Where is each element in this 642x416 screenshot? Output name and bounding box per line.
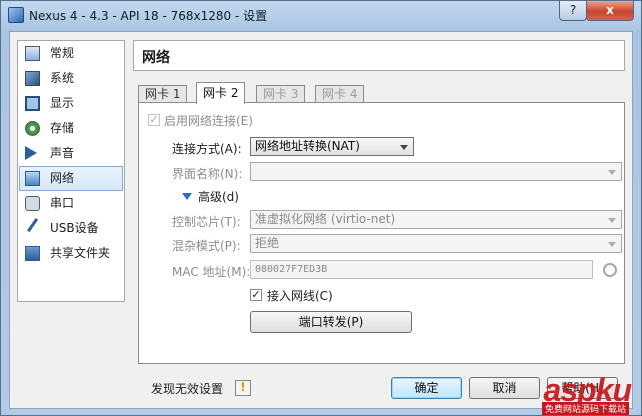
adapter-type-value: 准虚拟化网络 (virtio-net) [255, 212, 396, 226]
sidebar-item-serial-ports[interactable]: 串口 [18, 191, 124, 216]
settings-sidebar: 常规 系统 显示 存储 声音 网络 串口 USB设备 共享文件夹 [17, 40, 125, 302]
cable-connected-checkbox[interactable]: ✓ [250, 289, 262, 301]
sidebar-item-label: 网络 [50, 171, 75, 185]
sidebar-item-system[interactable]: 系统 [18, 66, 124, 91]
sidebar-item-label: 存储 [50, 121, 75, 135]
audio-icon [25, 146, 37, 160]
shared-folder-icon [25, 246, 40, 261]
storage-icon [25, 121, 40, 136]
expand-arrow-icon[interactable] [182, 193, 192, 200]
network-icon [25, 171, 40, 186]
promiscuous-mode-label: 混杂模式(P): [172, 239, 241, 253]
mac-address-label: MAC 地址(M): [172, 265, 251, 279]
chevron-down-icon [608, 218, 616, 223]
window-title: Nexus 4 - 4.3 - API 18 - 768x1280 - 设置 [29, 9, 268, 23]
sidebar-item-audio[interactable]: 声音 [18, 141, 124, 166]
attached-to-value: 网络地址转换(NAT) [255, 139, 360, 153]
cable-connected-label: 接入网线(C) [267, 289, 333, 303]
refresh-icon [603, 263, 617, 277]
tab-adapter-4: 网卡 4 [315, 85, 365, 103]
general-icon [25, 46, 40, 61]
virtualbox-app-icon [8, 7, 24, 23]
enable-adapter-label: 启用网络连接(E) [164, 114, 253, 128]
sidebar-item-general[interactable]: 常规 [18, 41, 124, 66]
chevron-down-icon [608, 242, 616, 247]
promiscuous-mode-select: 拒绝 [250, 234, 622, 253]
ok-button[interactable]: 确定 [391, 377, 462, 399]
sidebar-item-label: 常规 [50, 46, 75, 60]
usb-icon [27, 218, 48, 239]
title-help-button[interactable]: ? [559, 1, 587, 21]
sidebar-item-shared-folders[interactable]: 共享文件夹 [18, 241, 124, 266]
attached-to-label: 连接方式(A): [172, 142, 242, 156]
display-icon [25, 96, 40, 111]
serial-port-icon [25, 196, 40, 211]
sidebar-item-label: 串口 [50, 196, 75, 210]
warning-icon[interactable]: ! [235, 380, 251, 396]
sidebar-item-label: 显示 [50, 96, 75, 110]
sidebar-item-label: USB设备 [50, 221, 99, 235]
system-icon [25, 71, 40, 86]
sidebar-item-usb[interactable]: USB设备 [18, 216, 124, 241]
title-bar: Nexus 4 - 4.3 - API 18 - 768x1280 - 设置 ?… [1, 1, 641, 29]
sidebar-item-storage[interactable]: 存储 [18, 116, 124, 141]
enable-adapter-checkbox: ✓ [148, 113, 160, 126]
cancel-button[interactable]: 取消 [469, 377, 540, 399]
adapter-panel: ✓ 启用网络连接(E) 连接方式(A): 网络地址转换(NAT) 界面名称(N)… [138, 102, 625, 364]
sidebar-item-network[interactable]: 网络 [19, 166, 123, 191]
invalid-settings-label: 发现无效设置 [151, 382, 224, 396]
chevron-down-icon [400, 145, 408, 150]
tab-adapter-3: 网卡 3 [256, 85, 306, 103]
sidebar-item-label: 声音 [50, 146, 75, 160]
interface-name-select [250, 162, 622, 181]
mac-address-field: 080027F7ED3B [250, 260, 593, 279]
dialog-client-area: 常规 系统 显示 存储 声音 网络 串口 USB设备 共享文件夹 网络 网卡 1… [9, 31, 633, 409]
sidebar-item-label: 系统 [50, 71, 75, 85]
adapter-type-label: 控制芯片(T): [172, 215, 241, 229]
tab-adapter-1[interactable]: 网卡 1 [138, 85, 188, 103]
title-close-button[interactable]: x [586, 1, 634, 21]
sidebar-item-display[interactable]: 显示 [18, 91, 124, 116]
page-header: 网络 [133, 40, 625, 71]
interface-name-label: 界面名称(N): [172, 167, 243, 181]
advanced-toggle[interactable]: 高级(d) [198, 188, 239, 205]
chevron-down-icon [608, 170, 616, 175]
port-forwarding-button[interactable]: 端口转发(P) [250, 311, 412, 333]
adapter-type-select: 准虚拟化网络 (virtio-net) [250, 210, 622, 229]
tab-adapter-2[interactable]: 网卡 2 [196, 82, 246, 104]
attached-to-select[interactable]: 网络地址转换(NAT) [250, 137, 414, 156]
promiscuous-mode-value: 拒绝 [255, 236, 280, 250]
settings-window: Nexus 4 - 4.3 - API 18 - 768x1280 - 设置 ?… [0, 0, 642, 416]
page-title: 网络 [142, 50, 170, 66]
sidebar-item-label: 共享文件夹 [50, 246, 111, 260]
watermark-tagline: 免费网站源码下载站 [541, 402, 629, 415]
